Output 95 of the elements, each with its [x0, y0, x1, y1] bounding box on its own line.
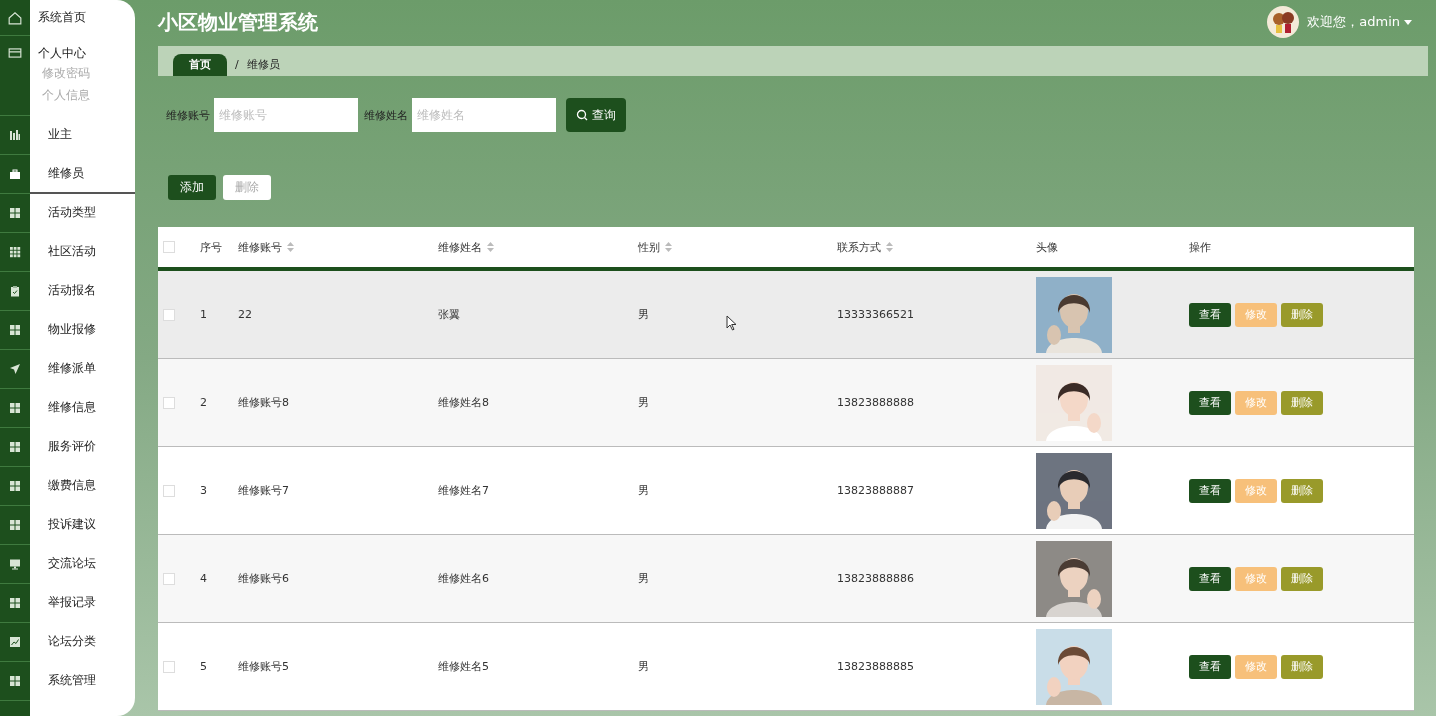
table-cell-text: 维修姓名7 — [437, 483, 490, 498]
paper-plane-icon — [9, 363, 21, 375]
search-field[interactable]: 维修姓名 — [412, 98, 556, 132]
sidebar-item[interactable]: 投诉建议 — [48, 516, 135, 533]
sidebar-item[interactable]: 服务评价 — [48, 438, 135, 455]
table-cell-text: 男 — [637, 571, 650, 586]
sidebar-item[interactable]: 系统首页 — [38, 8, 135, 26]
field-label: 维修账号 — [166, 107, 210, 123]
column-header[interactable]: 性别 — [633, 239, 832, 255]
view-button[interactable]: 查看 — [1189, 302, 1231, 327]
grid-icon — [9, 402, 21, 414]
mouse-cursor-icon — [726, 315, 737, 331]
sidebar-item[interactable]: 缴费信息 — [48, 477, 135, 494]
table-cell-text: 3 — [199, 484, 208, 497]
column-header: 序号 — [199, 239, 223, 255]
row-checkbox[interactable] — [163, 572, 175, 585]
table-cell-text: 2 — [199, 396, 208, 409]
sort-icon[interactable] — [287, 242, 294, 252]
sidebar-item[interactable]: 社区活动 — [48, 243, 135, 260]
table-cell-text: 张翼 — [437, 307, 461, 322]
table-cell-text: 13333366521 — [836, 308, 915, 321]
sidebar-item[interactable]: 系统管理 — [48, 672, 135, 689]
grid-icon — [9, 597, 21, 609]
sort-icon[interactable] — [886, 242, 893, 252]
table-cell-text: 1 — [199, 308, 208, 321]
table-cell-text: 男 — [637, 395, 650, 410]
table-cell-text: 维修账号7 — [237, 483, 290, 498]
table-cell-text: 维修账号8 — [237, 395, 290, 410]
sidebar-item[interactable]: 个人中心 — [38, 44, 135, 62]
table-cell-text: 男 — [637, 307, 650, 322]
search-icon — [576, 109, 588, 121]
view-button[interactable]: 查看 — [1189, 478, 1231, 503]
avatar-icon[interactable] — [1267, 6, 1300, 38]
table-cell-text: 男 — [637, 659, 650, 674]
grid-icon — [9, 207, 21, 219]
sidebar-item[interactable]: 物业报修 — [48, 321, 135, 338]
column-header[interactable]: 联系方式 — [832, 239, 1031, 255]
column-header: 头像 — [1035, 239, 1059, 255]
sidebar-item[interactable]: 论坛分类 — [48, 633, 135, 650]
table-cell-text: 维修账号5 — [237, 659, 290, 674]
row-checkbox[interactable] — [163, 396, 175, 409]
field-label: 维修姓名 — [364, 107, 408, 123]
view-button[interactable]: 查看 — [1189, 390, 1231, 415]
row-checkbox[interactable] — [163, 484, 175, 497]
select-all-checkbox[interactable] — [163, 241, 175, 253]
breadcrumb-home[interactable]: 首页 — [173, 54, 227, 76]
grid-icon — [9, 480, 21, 492]
view-button[interactable]: 查看 — [1189, 654, 1231, 679]
breadcrumb-separator: / — [235, 57, 239, 73]
table-cell-text: 13823888886 — [836, 572, 915, 585]
table-cell-text: 维修账号6 — [237, 571, 290, 586]
row-checkbox[interactable] — [163, 308, 175, 321]
search-field[interactable]: 维修账号 — [214, 98, 358, 132]
sidebar-item[interactable]: 活动类型 — [48, 204, 135, 221]
column-header[interactable]: 维修姓名 — [433, 239, 633, 255]
table-cell-text: 男 — [637, 483, 650, 498]
grid-icon — [9, 519, 21, 531]
breadcrumb-item: 维修员 — [246, 57, 280, 73]
table-cell-text: 4 — [199, 572, 208, 585]
app-title: 小区物业管理系统 — [158, 8, 318, 36]
grid-icon — [9, 246, 21, 258]
sidebar-item[interactable]: 业主 — [48, 126, 135, 143]
search-button[interactable]: 查询 — [566, 98, 626, 132]
clipboard-icon — [9, 285, 21, 297]
table-cell-text: 13823888888 — [836, 396, 915, 409]
sort-icon[interactable] — [487, 242, 494, 252]
grid-icon — [9, 675, 21, 687]
column-header: 操作 — [1188, 239, 1212, 255]
table-cell-text: 维修姓名8 — [437, 395, 490, 410]
column-header[interactable]: 维修账号 — [233, 239, 433, 255]
sidebar-item[interactable]: 举报记录 — [48, 594, 135, 611]
add-button[interactable]: 添加 — [168, 175, 216, 200]
table-cell-text: 维修姓名5 — [437, 659, 490, 674]
sidebar-item[interactable]: 交流论坛 — [48, 555, 135, 572]
table-cell-text: 13823888887 — [836, 484, 915, 497]
row-checkbox[interactable] — [163, 660, 175, 673]
table-cell-text: 22 — [237, 308, 253, 321]
card-icon — [8, 46, 22, 60]
sidebar-item[interactable]: 维修员 — [48, 165, 135, 182]
sidebar-item[interactable]: 维修派单 — [48, 360, 135, 377]
table-cell-text: 5 — [199, 660, 208, 673]
monitor-icon — [9, 558, 21, 570]
line-chart-icon — [9, 636, 21, 648]
grid-icon — [9, 441, 21, 453]
sort-icon[interactable] — [665, 242, 672, 252]
sidebar-item[interactable]: 维修信息 — [48, 399, 135, 416]
briefcase-icon — [9, 168, 21, 180]
table-cell-text: 13823888885 — [836, 660, 915, 673]
home-icon — [8, 10, 22, 25]
table-cell-text: 维修姓名6 — [437, 571, 490, 586]
bar-chart-icon — [9, 129, 21, 141]
sidebar-item[interactable]: 活动报名 — [48, 282, 135, 299]
grid-icon — [9, 324, 21, 336]
view-button[interactable]: 查看 — [1189, 566, 1231, 591]
caret-icon[interactable] — [1404, 19, 1412, 25]
